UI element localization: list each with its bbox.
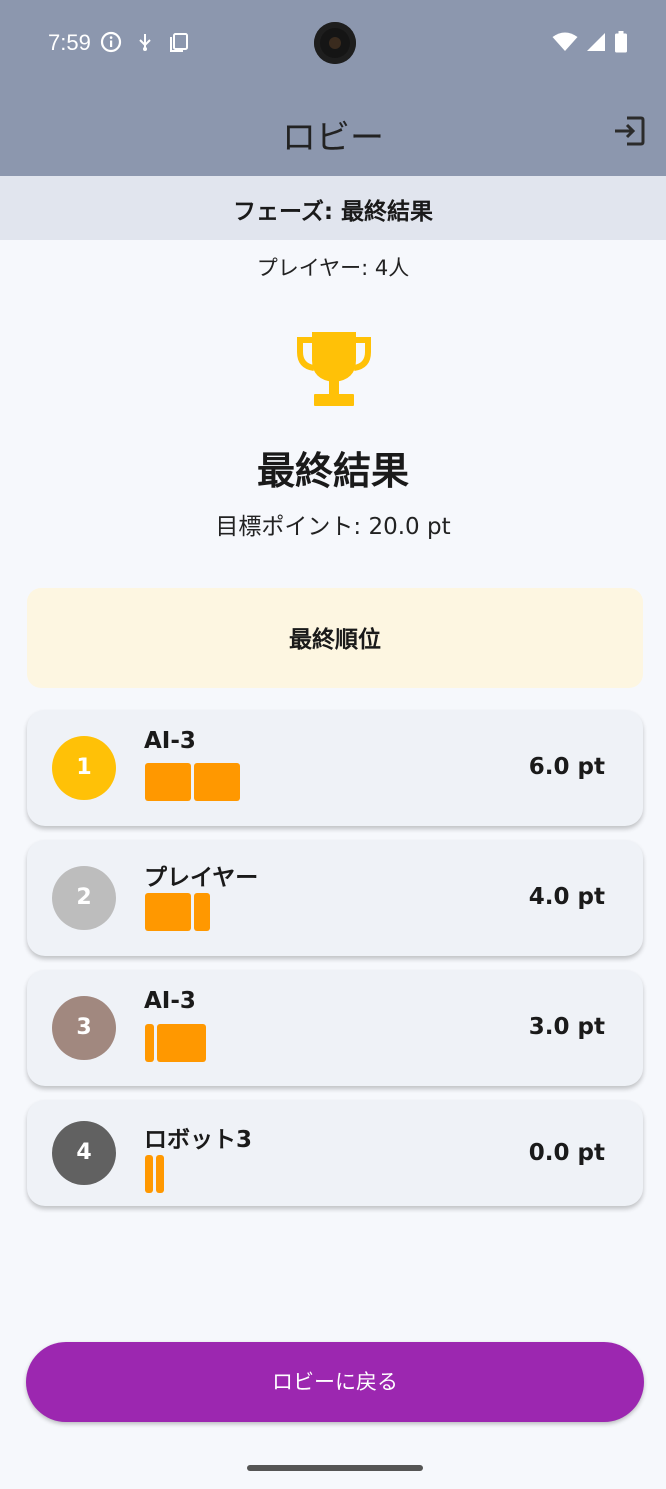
point-chip — [145, 1155, 153, 1193]
signal-icon — [587, 33, 605, 51]
point-chip — [194, 763, 240, 801]
point-chip — [145, 1024, 154, 1062]
player-name: AI-3 — [144, 988, 196, 1014]
rank-badge: 3 — [52, 996, 116, 1060]
target-points: 目標ポイント: 20.0 pt — [215, 514, 451, 540]
point-chips — [145, 1155, 164, 1193]
player-score: 4.0 pt — [528, 884, 605, 910]
status-icons-left — [100, 31, 190, 53]
back-to-lobby-label: ロビーに戻る — [272, 1370, 398, 1394]
point-chip — [194, 893, 210, 931]
player-score: 6.0 pt — [528, 754, 605, 780]
point-chip — [145, 763, 191, 801]
player-name: プレイヤー — [144, 865, 259, 891]
ranking-row: 3 AI-3 3.0 pt — [27, 970, 643, 1086]
ranking-row: 4 ロボット3 0.0 pt — [27, 1100, 643, 1206]
player-name: ロボット3 — [144, 1127, 253, 1153]
ranking-row: 1 AI-3 6.0 pt — [27, 710, 643, 826]
page-title: ロビー — [282, 118, 384, 158]
rank-badge: 2 — [52, 866, 116, 930]
copy-icon — [170, 33, 188, 52]
wifi-icon — [552, 32, 578, 51]
point-chip — [145, 893, 191, 931]
status-time: 7:59 — [48, 30, 91, 55]
status-icons-right — [552, 31, 628, 53]
player-score: 0.0 pt — [528, 1140, 605, 1166]
point-chips — [145, 893, 210, 931]
rank-badge: 4 — [52, 1121, 116, 1185]
status-bar: 7:59 — [0, 0, 666, 88]
rank-badge: 1 — [52, 736, 116, 800]
trophy-icon — [297, 332, 371, 406]
player-score: 3.0 pt — [528, 1014, 605, 1040]
point-chips — [145, 1024, 206, 1062]
players-count: プレイヤー: 4人 — [256, 256, 410, 280]
gesture-nav-handle[interactable] — [247, 1465, 423, 1471]
phase-label: フェーズ: 最終結果 — [232, 199, 434, 225]
point-chip — [156, 1155, 164, 1193]
point-chip — [157, 1024, 206, 1062]
ranking-header-label: 最終順位 — [289, 627, 381, 653]
front-camera — [314, 22, 356, 64]
point-chips — [145, 763, 240, 801]
ranking-row: 2 プレイヤー 4.0 pt — [27, 840, 643, 956]
info-icon — [100, 31, 122, 53]
ranking-header: 最終順位 — [27, 588, 643, 688]
usb-icon — [139, 34, 151, 51]
battery-icon — [615, 31, 627, 53]
results-title: 最終結果 — [256, 449, 409, 493]
phase-bar: フェーズ: 最終結果 — [0, 176, 666, 240]
app-bar: ロビー — [0, 88, 666, 176]
player-name: AI-3 — [144, 728, 196, 754]
exit-to-app-icon[interactable] — [612, 114, 646, 148]
back-to-lobby-button[interactable]: ロビーに戻る — [26, 1342, 644, 1422]
